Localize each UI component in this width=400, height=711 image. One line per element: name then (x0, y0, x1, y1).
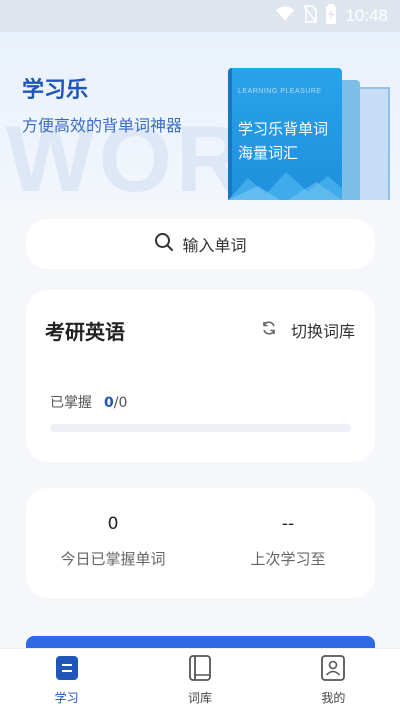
status-time: 10:48 (345, 6, 388, 25)
app-subtitle: 方便高效的背单词神器 (22, 116, 183, 135)
stats-card: 0 今日已掌握单词 -- 上次学习至 (26, 488, 375, 598)
tab-profile-label: 我的 (321, 691, 346, 705)
search-placeholder: 输入单词 (182, 236, 247, 255)
tab-word-bank-label: 词库 (187, 691, 212, 705)
refresh-icon (261, 320, 277, 340)
bottom-tab-bar: 学习 词库 我的 (0, 648, 400, 711)
mastered-row: 已掌握 0/0 (50, 392, 127, 412)
stat-last-value: -- (281, 514, 295, 534)
mastery-progress-bar (50, 424, 351, 432)
mastered-label: 已掌握 (50, 395, 92, 411)
status-bar: 10:48 (0, 0, 400, 32)
switch-bank-label: 切换词库 (290, 322, 355, 341)
hero-banner: WORD 学习乐 方便高效的背单词神器 LEARNING PLEASURE 学习… (0, 32, 400, 200)
word-bank-title: 考研英语 (45, 320, 125, 344)
study-icon (55, 655, 79, 685)
book-illustration: LEARNING PLEASURE 学习乐背单词 海量词汇 (228, 68, 342, 200)
book-pattern (228, 172, 342, 200)
mastered-total: /0 (113, 395, 128, 411)
tab-study[interactable]: 学习 (0, 649, 133, 711)
profile-icon (321, 655, 346, 685)
app-title: 学习乐 (22, 78, 89, 103)
stat-today-label: 今日已掌握单词 (60, 550, 166, 568)
switch-bank-button[interactable]: 切换词库 (261, 318, 355, 342)
no-sim-icon (303, 5, 318, 27)
stat-last-label: 上次学习至 (250, 550, 326, 568)
book-caption: LEARNING PLEASURE (238, 88, 322, 95)
stat-last-studied: -- 上次学习至 (201, 514, 375, 569)
book-icon (188, 655, 212, 685)
wifi-icon (275, 6, 295, 26)
tab-profile[interactable]: 我的 (267, 649, 400, 711)
tab-word-bank[interactable]: 词库 (133, 649, 266, 711)
search-bar[interactable]: 输入单词 (26, 219, 375, 269)
stat-today: 0 今日已掌握单词 (26, 514, 200, 569)
word-bank-card: 考研英语 切换词库 已掌握 0/0 (26, 290, 375, 462)
battery-charging-icon (325, 4, 337, 28)
stat-today-value: 0 (107, 514, 119, 534)
tab-study-label: 学习 (54, 691, 79, 705)
book-title-line1: 学习乐背单词 (238, 120, 329, 138)
search-icon (154, 232, 174, 256)
mastered-count: 0 (104, 395, 114, 411)
